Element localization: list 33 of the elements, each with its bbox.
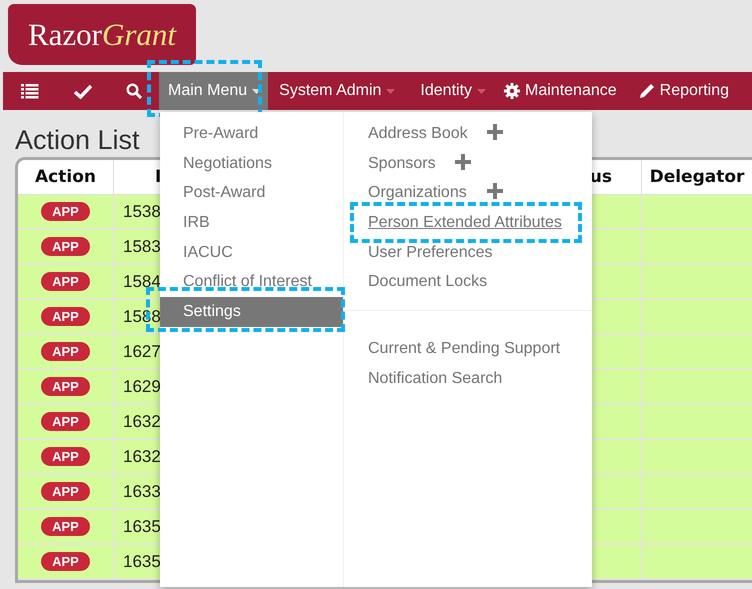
plus-icon[interactable] [487, 183, 503, 200]
action-badge[interactable]: APP [41, 237, 90, 256]
caret-icon [477, 88, 486, 94]
gear-icon [504, 83, 520, 99]
checkmark-icon [74, 84, 92, 98]
action-badge[interactable]: APP [41, 412, 90, 431]
search-icon [126, 83, 142, 99]
list-icon [21, 83, 39, 99]
nav-link[interactable]: Maintenance [494, 72, 623, 110]
menu-item[interactable]: Pre-Award [160, 119, 343, 149]
plus-icon[interactable] [455, 154, 471, 170]
caret-icon [386, 88, 396, 94]
action-badge[interactable]: APP [41, 272, 90, 291]
menu-item[interactable]: Address Book [368, 124, 468, 143]
action-badge[interactable]: APP [41, 482, 90, 501]
logo[interactable]: RazorGrant [8, 4, 196, 65]
nav-menu[interactable]: Main Menu [159, 72, 268, 110]
action-badge[interactable]: APP [41, 377, 90, 396]
action-badge[interactable]: APP [41, 552, 90, 571]
pencil-icon [638, 83, 655, 99]
nav-menu[interactable]: System Admin [268, 72, 404, 110]
nav-link[interactable]: Reporting [622, 72, 736, 110]
nav-menu[interactable]: Identity [403, 72, 494, 110]
action-badge[interactable]: APP [41, 342, 90, 361]
action-badge[interactable]: APP [41, 447, 90, 466]
page-title: Action List [14, 124, 140, 157]
menu-item[interactable]: Settings [160, 297, 343, 327]
action-badge[interactable]: APP [41, 517, 90, 536]
menu-item[interactable]: Conflict of Interest [160, 267, 343, 298]
action-badge[interactable]: APP [41, 307, 90, 326]
menu-item[interactable]: IACUC [160, 238, 343, 268]
action-badge[interactable]: APP [41, 202, 90, 221]
plus-icon[interactable] [487, 124, 503, 140]
